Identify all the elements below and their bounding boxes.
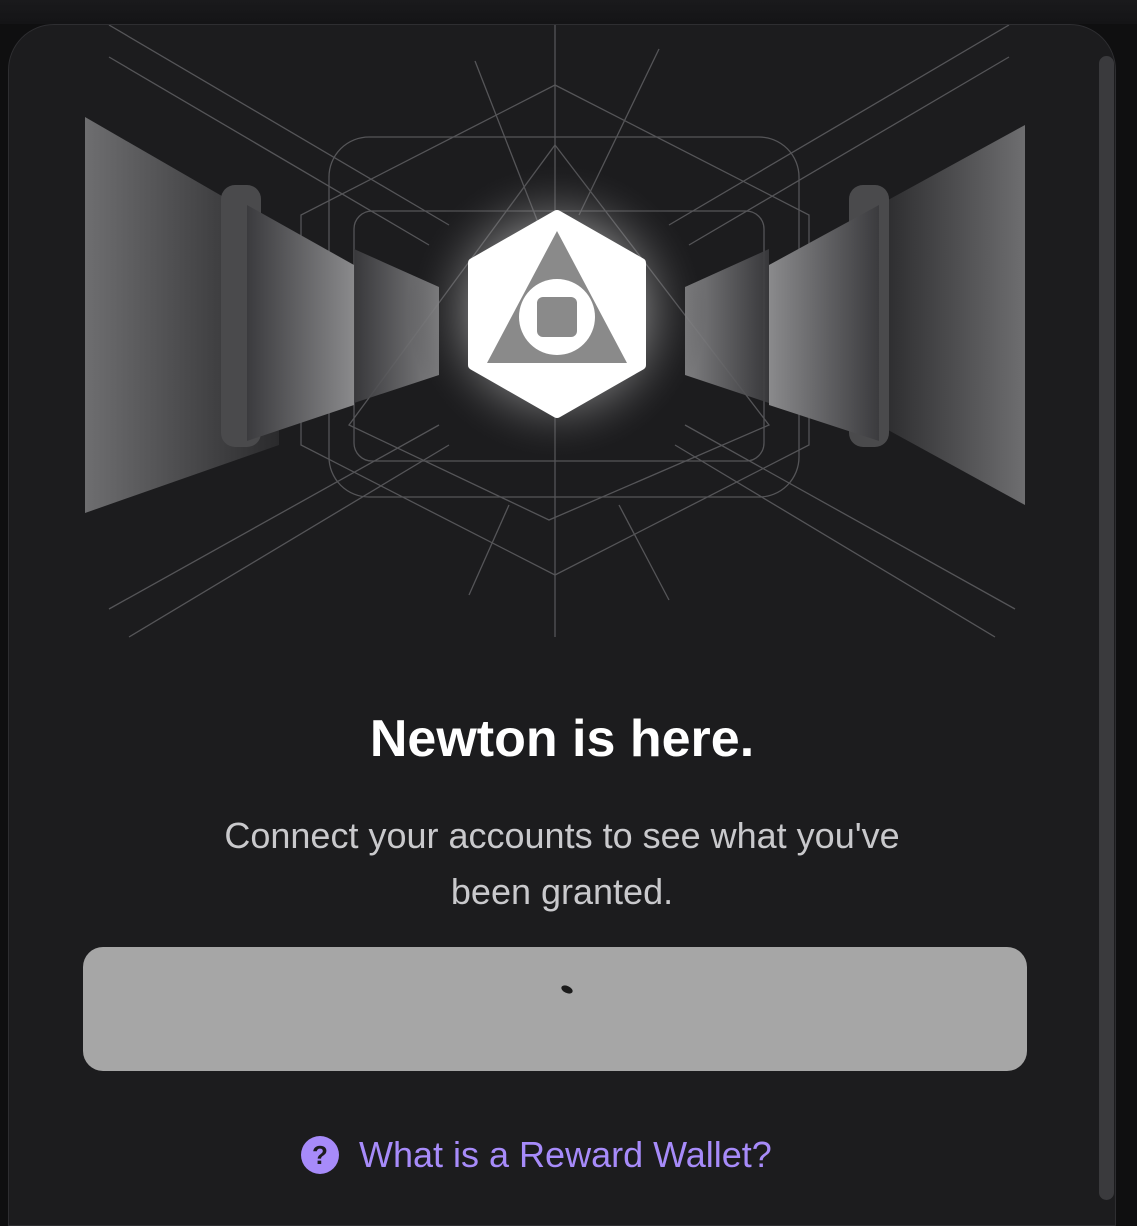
- hero-illustration: [85, 25, 1025, 638]
- spinner-icon: [560, 983, 574, 996]
- page-title: Newton is here.: [369, 710, 755, 768]
- onboarding-card: Newton is here. Connect your accounts to…: [8, 24, 1116, 1226]
- question-circle-icon: ?: [301, 1136, 339, 1174]
- left-panel-middle: [247, 205, 354, 441]
- help-link-label: What is a Reward Wallet?: [359, 1134, 772, 1175]
- connect-accounts-button[interactable]: [83, 947, 1027, 1071]
- top-edge: [0, 0, 1137, 24]
- reward-wallet-help-link[interactable]: ? What is a Reward Wallet?: [301, 1131, 772, 1179]
- page-subtitle: Connect your accounts to see what you've…: [224, 815, 900, 912]
- right-panel-outer: [879, 125, 1025, 505]
- right-panel-middle: [769, 205, 879, 441]
- scrollbar[interactable]: [1099, 56, 1114, 1200]
- newton-logo-icon: [468, 210, 646, 418]
